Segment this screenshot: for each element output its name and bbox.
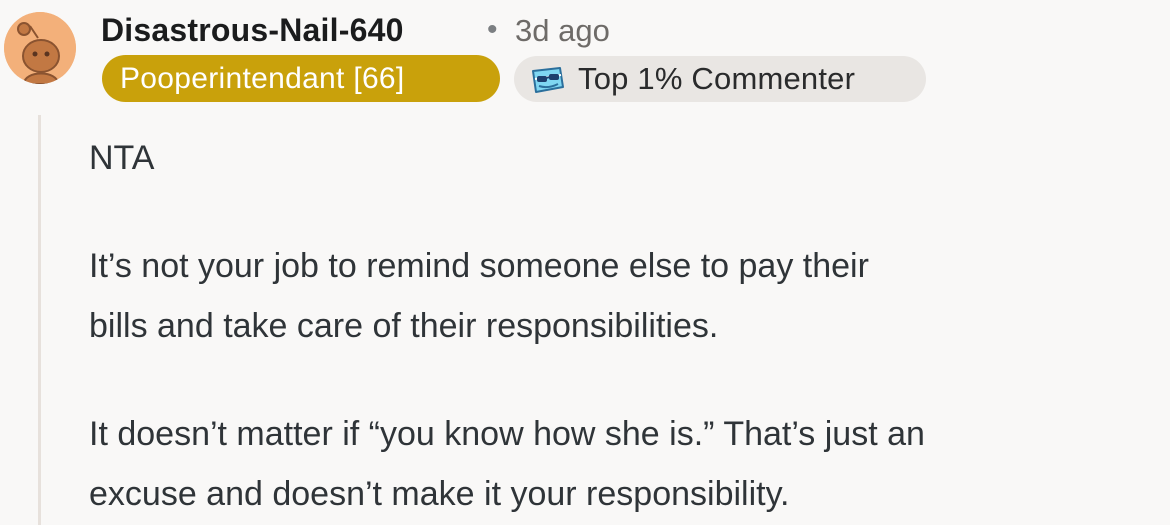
badge-label: Top 1% Commenter bbox=[578, 61, 856, 96]
comment-text-line: excuse and doesn’t make it your responsi… bbox=[89, 475, 790, 513]
snoo-sunglasses-icon bbox=[532, 67, 564, 93]
snoo-avatar-icon bbox=[4, 12, 76, 84]
comment-text-line: It doesn’t matter if “you know how she i… bbox=[89, 415, 925, 453]
comment-text-line: bills and take care of their responsibil… bbox=[89, 307, 719, 345]
avatar[interactable] bbox=[4, 12, 76, 84]
meta-separator: • bbox=[487, 13, 498, 46]
user-flair: Pooperintendant [66] bbox=[102, 55, 500, 102]
comment-author[interactable]: Disastrous-Nail-640 bbox=[101, 10, 404, 50]
comment-text-line: It’s not your job to remind someone else… bbox=[89, 247, 869, 285]
thread-collapse-line[interactable] bbox=[38, 115, 41, 525]
top-commenter-badge[interactable]: Top 1% Commenter bbox=[514, 56, 926, 102]
comment-timestamp[interactable]: 3d ago bbox=[515, 11, 610, 51]
comment-text-line: NTA bbox=[89, 139, 155, 177]
